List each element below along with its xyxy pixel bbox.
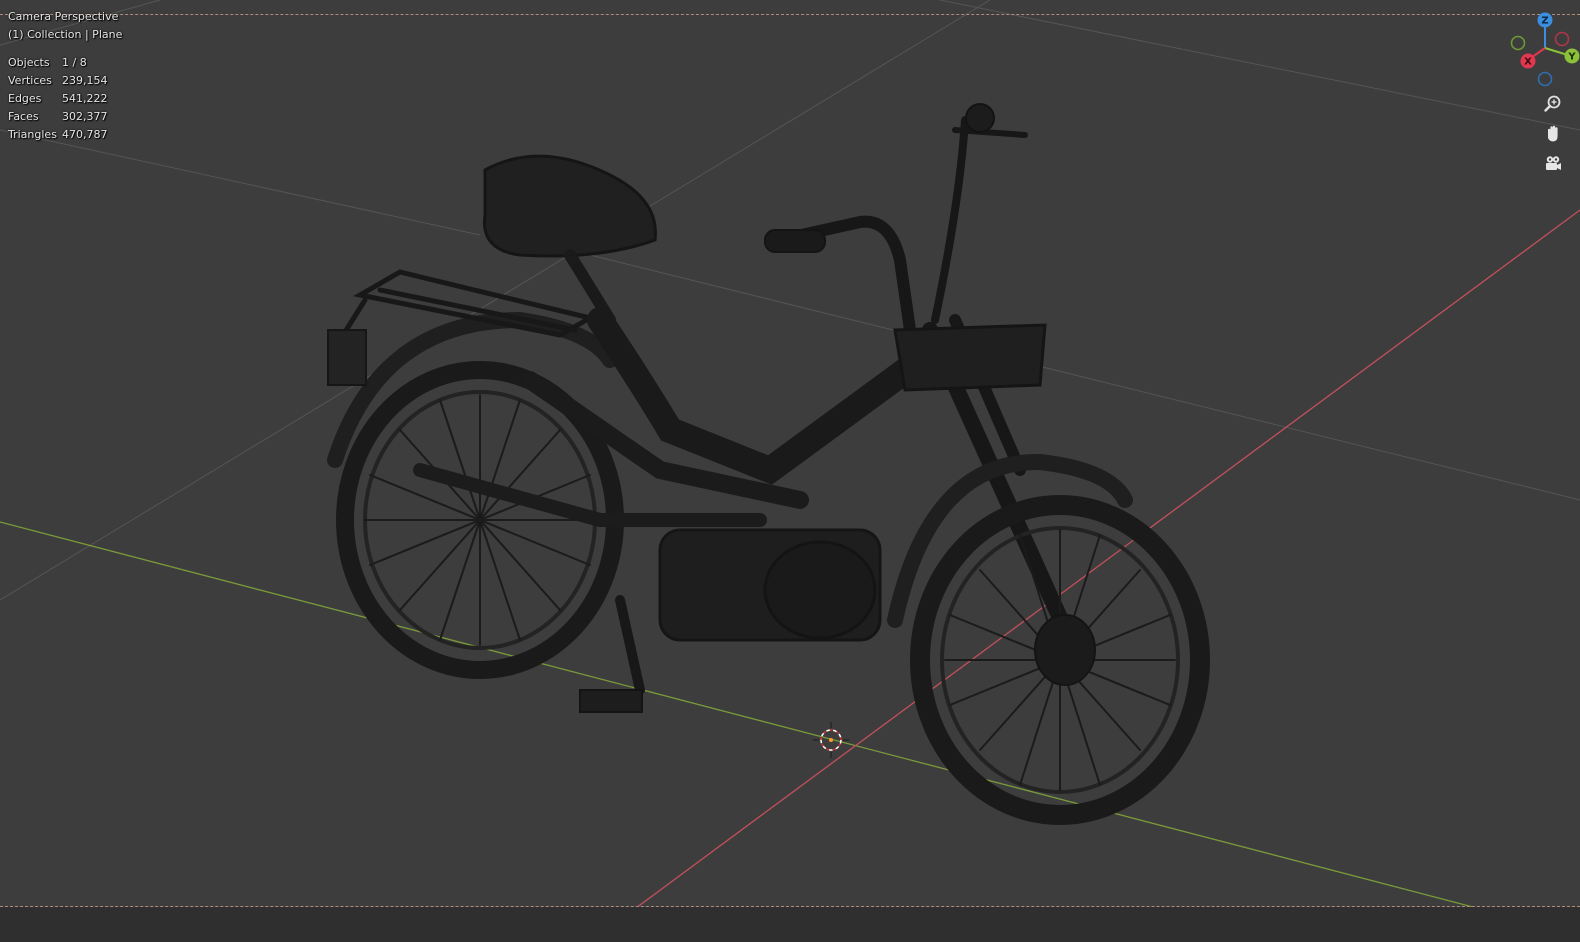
gizmo-z-label: Z — [1541, 16, 1548, 27]
viewport-text-overlay: Camera Perspective (1) Collection | Plan… — [8, 8, 122, 144]
scene-statistics: Objects 1 / 8 Vertices 239,154 Edges 541… — [8, 54, 122, 144]
zoom-icon — [1544, 95, 1561, 112]
stat-label: Edges — [8, 92, 42, 105]
stat-label: Faces — [8, 110, 39, 123]
navigation-gizmo[interactable]: Z Y X — [1490, 8, 1580, 98]
gizmo-x-label: X — [1524, 57, 1532, 68]
floor-grid — [0, 0, 1580, 601]
stat-value: 541,222 — [62, 92, 108, 105]
stat-label: Vertices — [8, 74, 52, 87]
stat-faces: Faces 302,377 — [8, 108, 122, 126]
stat-value: 302,377 — [62, 110, 108, 123]
scene-canvas[interactable] — [0, 0, 1580, 942]
gizmo-z-handle[interactable]: Z — [1537, 12, 1553, 28]
stat-value: 470,787 — [62, 128, 108, 141]
camera-icon — [1546, 156, 1561, 170]
hand-icon — [1548, 125, 1558, 142]
camera-view-button[interactable] — [1540, 151, 1566, 177]
stat-label: Objects — [8, 56, 50, 69]
3d-cursor[interactable] — [813, 722, 849, 758]
gizmo-neg-z-handle[interactable] — [1537, 71, 1553, 87]
stat-value: 1 / 8 — [62, 56, 87, 69]
gizmo-neg-y-handle[interactable] — [1510, 35, 1526, 51]
view-name: Camera Perspective — [8, 10, 119, 23]
zoom-button[interactable] — [1540, 91, 1566, 117]
camera-passepartout-bottom — [0, 907, 1580, 942]
camera-frame-border-top — [0, 14, 1580, 15]
stat-label: Triangles — [8, 128, 57, 141]
collection-label: (1) Collection | Plane — [8, 28, 123, 41]
stat-objects: Objects 1 / 8 — [8, 54, 122, 72]
3d-viewport[interactable]: Camera Perspective (1) Collection | Plan… — [0, 0, 1580, 942]
gizmo-y-handle[interactable]: Y — [1564, 48, 1580, 64]
stat-vertices: Vertices 239,154 — [8, 72, 122, 90]
stat-triangles: Triangles 470,787 — [8, 126, 122, 144]
pan-button[interactable] — [1540, 121, 1566, 147]
gizmo-x-handle[interactable]: X — [1520, 53, 1536, 69]
gizmo-y-label: Y — [1567, 52, 1576, 63]
moped-wireframe-model[interactable] — [327, 103, 1210, 825]
stat-value: 239,154 — [62, 74, 108, 87]
stat-edges: Edges 541,222 — [8, 90, 122, 108]
gizmo-neg-x-handle[interactable] — [1554, 31, 1570, 47]
